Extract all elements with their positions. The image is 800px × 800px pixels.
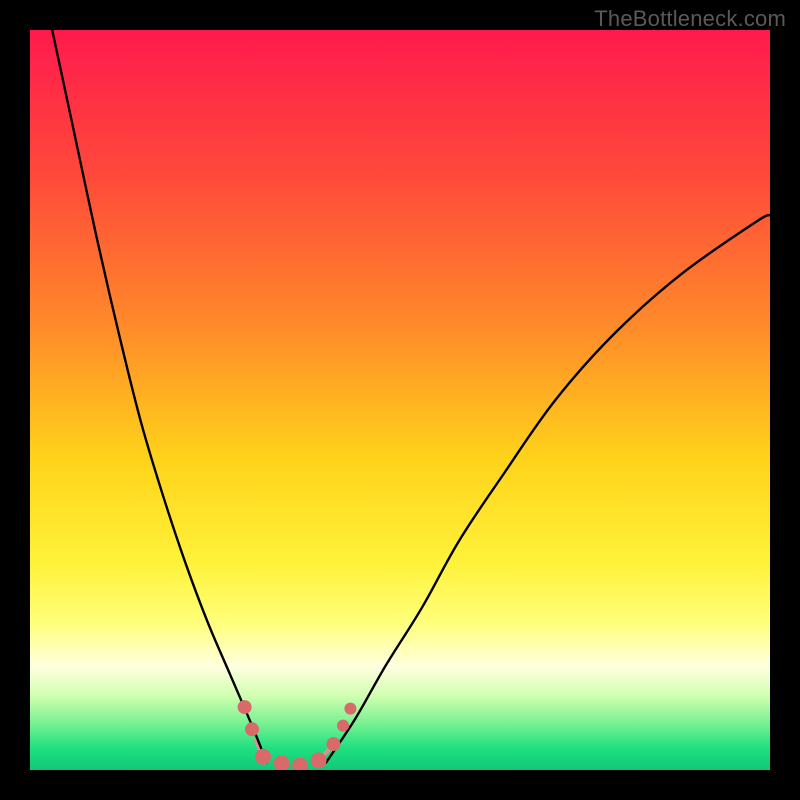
marker-dot [238,700,252,714]
chart-frame: TheBottleneck.com [0,0,800,800]
marker-dot [245,722,259,736]
chart-svg [30,30,770,770]
marker-dot [311,752,327,768]
watermark-text: TheBottleneck.com [594,6,786,32]
marker-dot [326,737,340,751]
marker-dot [344,703,356,715]
marker-dot [337,720,349,732]
marker-dot [255,749,271,765]
chart-background [30,30,770,770]
